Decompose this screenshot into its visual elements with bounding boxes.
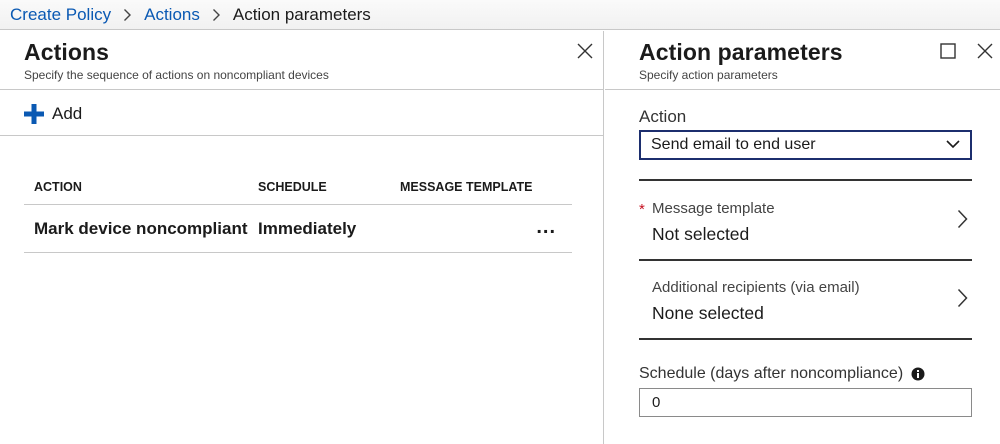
chevron-right-icon bbox=[212, 8, 221, 22]
message-template-selector[interactable]: * Message template Not selected bbox=[639, 182, 972, 260]
section-divider bbox=[639, 338, 972, 340]
params-subtitle: Specify action parameters bbox=[639, 68, 778, 82]
required-marker: * bbox=[639, 201, 645, 218]
schedule-days-input[interactable] bbox=[639, 388, 972, 417]
breadcrumb-create-policy[interactable]: Create Policy bbox=[10, 5, 111, 25]
page-subtitle: Specify the sequence of actions on nonco… bbox=[24, 68, 329, 82]
action-parameters-blade: Action parameters Specify action paramet… bbox=[605, 31, 1000, 444]
info-icon[interactable] bbox=[911, 367, 925, 381]
table-row[interactable]: Mark device noncompliant Immediately ... bbox=[24, 205, 572, 253]
chevron-right-icon bbox=[123, 8, 132, 22]
more-options-button[interactable]: ... bbox=[536, 217, 556, 237]
message-template-value: Not selected bbox=[652, 224, 750, 244]
close-button[interactable] bbox=[974, 40, 996, 62]
column-header-message-template[interactable]: MESSAGE TEMPLATE bbox=[390, 180, 572, 194]
action-dropdown[interactable]: Send email to end user bbox=[639, 130, 972, 160]
breadcrumb: Create Policy Actions Action parameters bbox=[0, 0, 1000, 30]
additional-recipients-value: None selected bbox=[652, 303, 764, 323]
header-divider bbox=[0, 89, 604, 90]
actions-table: ACTION SCHEDULE MESSAGE TEMPLATE Mark de… bbox=[24, 169, 572, 253]
additional-recipients-label: Additional recipients (via email) bbox=[652, 279, 860, 296]
maximize-icon bbox=[940, 43, 956, 59]
breadcrumb-current: Action parameters bbox=[232, 4, 371, 24]
schedule-label: Schedule (days after noncompliance) bbox=[639, 365, 925, 383]
toolbar-divider bbox=[0, 135, 604, 136]
section-divider bbox=[639, 179, 972, 181]
chevron-down-icon bbox=[946, 140, 960, 149]
maximize-button[interactable] bbox=[937, 40, 959, 62]
chevron-right-icon bbox=[957, 209, 968, 229]
column-header-schedule[interactable]: SCHEDULE bbox=[248, 180, 390, 194]
additional-recipients-selector[interactable]: Additional recipients (via email) None s… bbox=[639, 261, 972, 339]
plus-icon bbox=[24, 104, 44, 124]
table-header: ACTION SCHEDULE MESSAGE TEMPLATE bbox=[24, 169, 572, 205]
action-dropdown-value: Send email to end user bbox=[651, 136, 816, 153]
row-action: Mark device noncompliant bbox=[34, 218, 248, 238]
row-schedule: Immediately bbox=[258, 218, 357, 238]
close-icon bbox=[977, 43, 993, 59]
close-icon bbox=[577, 43, 593, 59]
params-header: Action parameters Specify action paramet… bbox=[639, 39, 843, 82]
column-header-action[interactable]: ACTION bbox=[24, 180, 248, 194]
close-button[interactable] bbox=[574, 40, 596, 62]
actions-header: Actions Specify the sequence of actions … bbox=[24, 39, 329, 82]
add-button-label: Add bbox=[52, 104, 83, 123]
params-title: Action parameters bbox=[639, 39, 843, 65]
action-label: Action bbox=[639, 107, 687, 126]
add-button[interactable]: Add bbox=[24, 101, 82, 127]
chevron-right-icon bbox=[957, 288, 968, 308]
schedule-label-text: Schedule (days after noncompliance) bbox=[639, 365, 904, 382]
breadcrumb-actions[interactable]: Actions bbox=[144, 5, 200, 25]
actions-blade: Actions Specify the sequence of actions … bbox=[0, 31, 604, 444]
message-template-label: Message template bbox=[652, 200, 775, 217]
page-title: Actions bbox=[24, 39, 110, 65]
params-header-divider bbox=[605, 89, 1000, 90]
